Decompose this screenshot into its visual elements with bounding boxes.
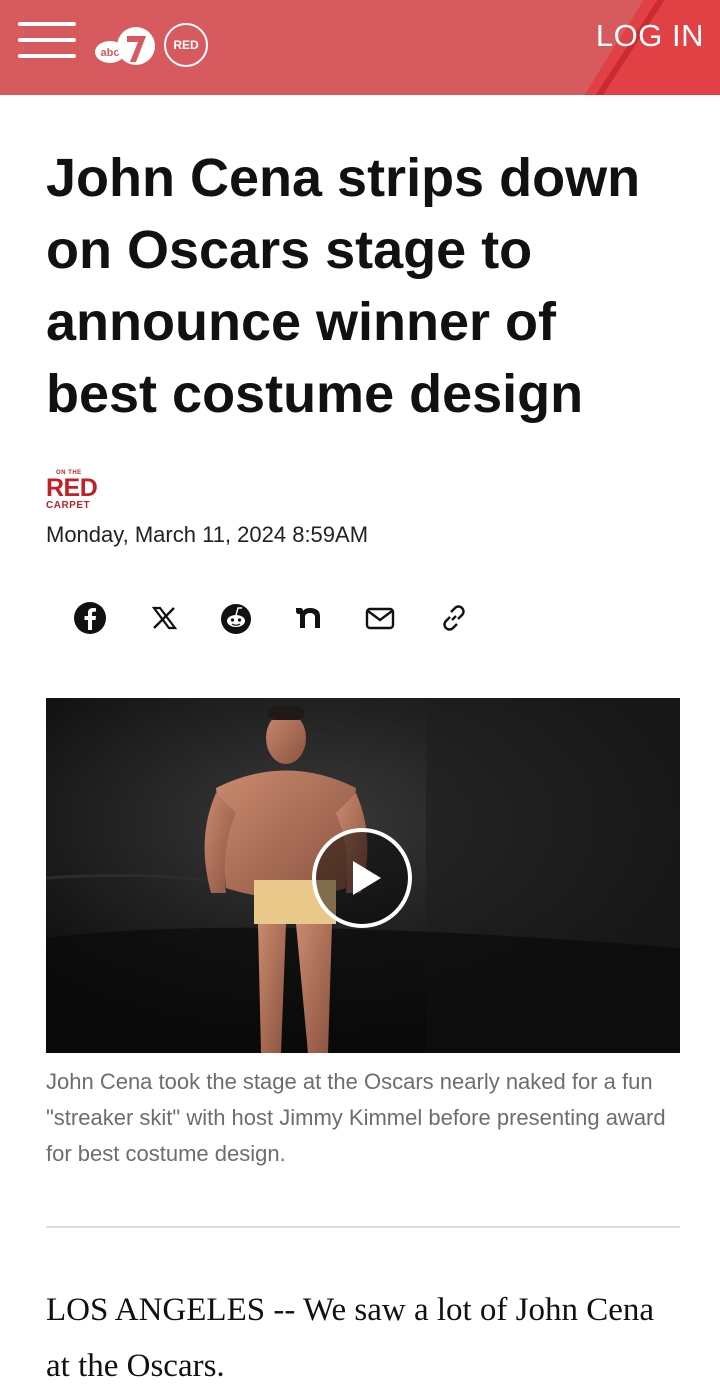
nextdoor-icon[interactable] [292, 600, 328, 636]
abc7-logo[interactable]: abc [92, 22, 156, 70]
reddit-icon[interactable] [218, 600, 254, 636]
red-carpet-section-logo[interactable]: ON THE RED CARPET [46, 470, 102, 511]
facebook-icon[interactable] [72, 600, 108, 636]
video-caption: John Cena took the stage at the Oscars n… [46, 1069, 666, 1166]
svg-text:RED: RED [173, 38, 199, 52]
x-icon[interactable] [146, 600, 182, 636]
hamburger-menu-icon[interactable] [18, 22, 76, 60]
logo-main-text: RED [46, 474, 98, 502]
copy-link-icon[interactable] [436, 600, 472, 636]
on-the-red-carpet-logo[interactable]: RED [163, 22, 209, 68]
article-first-paragraph: LOS ANGELES -- We saw a lot of John Cena… [46, 1292, 655, 1384]
section-divider [46, 1226, 680, 1228]
logo-bottom-text: CARPET [46, 500, 91, 511]
top-header-bar: abc RED LOG IN [0, 0, 720, 95]
play-icon[interactable] [311, 827, 413, 929]
article-headline: John Cena strips down on Oscars stage to… [46, 148, 641, 424]
svg-text:abc: abc [101, 47, 120, 59]
email-icon[interactable] [362, 600, 398, 636]
login-button[interactable]: LOG IN [596, 18, 704, 54]
publish-date: Monday, March 11, 2024 8:59AM [46, 522, 369, 547]
